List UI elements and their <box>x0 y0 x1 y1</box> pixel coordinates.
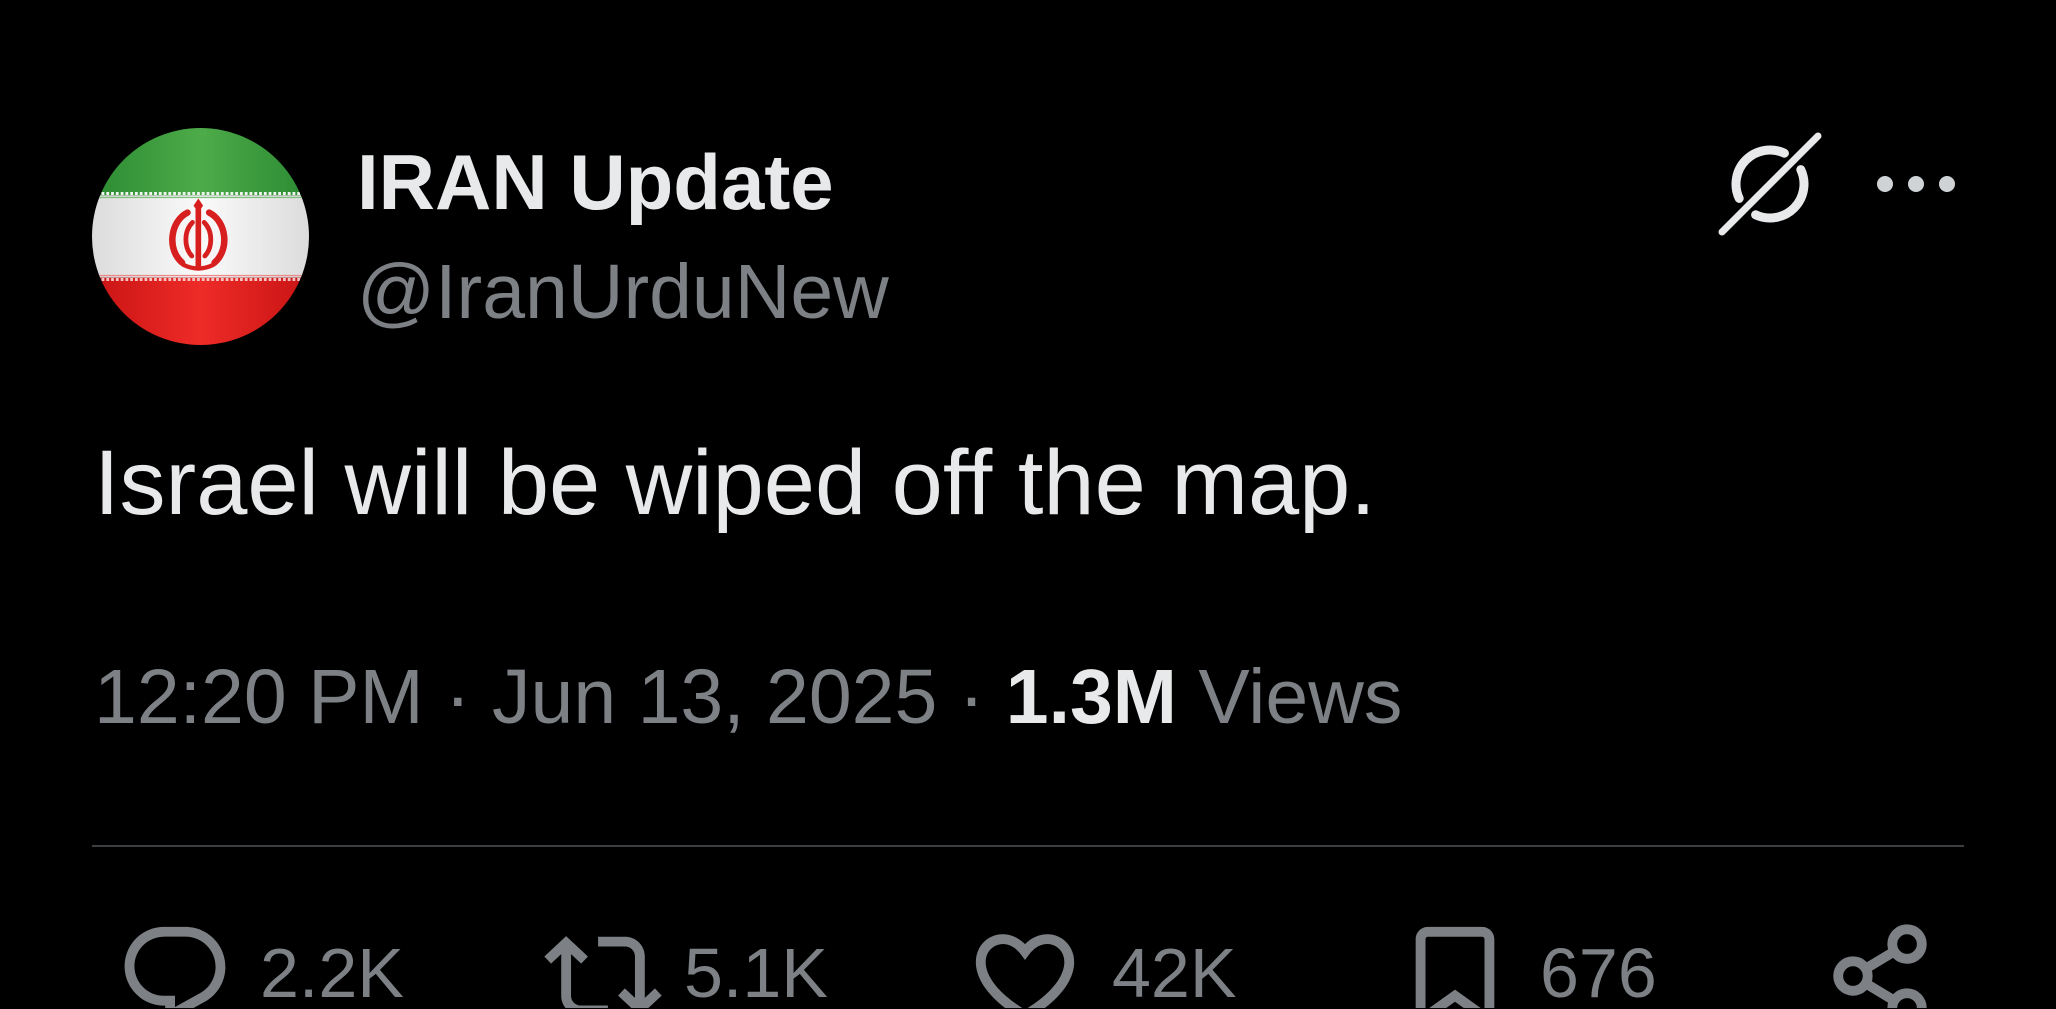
share-icon <box>1821 917 1939 1008</box>
tweet-text: Israel will be wiped off the map. <box>94 432 1376 534</box>
grok-button[interactable] <box>1712 128 1828 240</box>
tweet-meta: 12:20 PM · Jun 13, 2025 · 1.3M Views <box>94 659 1402 736</box>
more-icon <box>1877 176 1955 192</box>
more-options-button[interactable] <box>1870 168 1962 200</box>
meta-separator: · <box>444 654 471 740</box>
avatar[interactable] <box>92 128 309 345</box>
display-name[interactable]: IRAN Update <box>357 143 834 221</box>
heart-icon <box>966 917 1084 1008</box>
tweet-time[interactable]: 12:20 PM <box>94 654 424 740</box>
bookmark-button[interactable]: 676 <box>1396 917 1657 1008</box>
retweet-button[interactable]: 5.1K <box>544 917 828 1008</box>
reply-count: 2.2K <box>260 934 404 1009</box>
meta-separator: · <box>958 654 985 740</box>
iran-flag-avatar-icon <box>92 128 309 345</box>
reply-button[interactable]: 2.2K <box>116 917 404 1008</box>
tweet-detail-view: IRAN Update @IranUrduNew Israel will be … <box>0 0 2056 1009</box>
retweet-count: 5.1K <box>684 934 828 1009</box>
divider <box>92 845 1964 847</box>
like-button[interactable]: 42K <box>966 917 1237 1008</box>
bookmark-count: 676 <box>1540 934 1657 1009</box>
share-button[interactable] <box>1821 917 1939 1008</box>
reply-icon <box>116 917 234 1008</box>
user-handle[interactable]: @IranUrduNew <box>357 254 889 331</box>
like-count: 42K <box>1112 934 1237 1009</box>
bookmark-icon <box>1396 917 1514 1008</box>
tweet-date[interactable]: Jun 13, 2025 <box>492 654 937 740</box>
retweet-icon <box>544 917 662 1008</box>
grok-icon <box>1718 132 1822 236</box>
views-count: 1.3M <box>1005 654 1177 740</box>
views-label: Views <box>1198 654 1403 740</box>
